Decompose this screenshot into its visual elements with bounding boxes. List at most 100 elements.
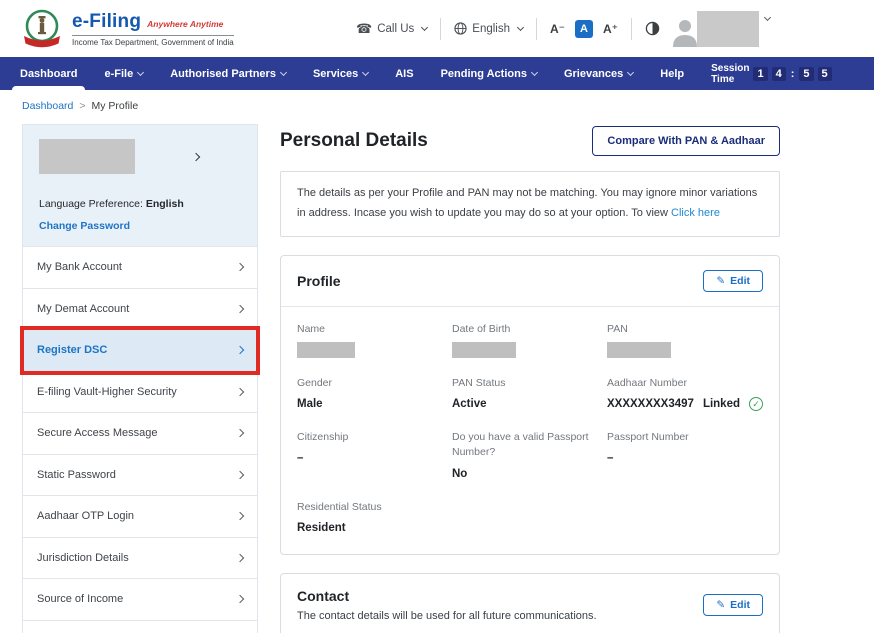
contact-section-subtitle: The contact details will be used for all… [297, 610, 597, 622]
session-timer: Session Time 1 4 : 5 5 [711, 63, 832, 85]
sidebar-item-jurisdiction-details[interactable]: Jurisdiction Details [23, 537, 257, 579]
logo-text: e-Filing Anywhere Anytime Income Tax Dep… [72, 11, 234, 47]
chevron-right-icon [236, 388, 244, 396]
sidebar-item-static-password[interactable]: Static Password [23, 454, 257, 496]
session-digit: 5 [818, 67, 832, 81]
chevron-down-icon [280, 69, 287, 76]
nav-dashboard[interactable]: Dashboard [20, 57, 77, 90]
compare-pan-aadhaar-button[interactable]: Compare With PAN & Aadhaar [592, 126, 780, 156]
field-date-of-birth: Date of Birth [452, 322, 593, 358]
nav-grievances[interactable]: Grievances [564, 57, 633, 90]
session-digit: 4 [772, 67, 786, 81]
profile-fields-grid: Name Date of Birth PAN Gender Male [281, 307, 779, 554]
change-password-link[interactable]: Change Password [39, 220, 241, 232]
nav-services[interactable]: Services [313, 57, 368, 90]
phone-icon: ☎ [356, 22, 372, 35]
field-passport-number: Passport Number – [607, 430, 763, 482]
nav-label: AIS [395, 68, 413, 80]
nav-e-file[interactable]: e-File [104, 57, 143, 90]
header-actions: ☎ Call Us English A⁻ A A⁺ [356, 11, 770, 47]
field-valid-passport: Do you have a valid Passport Number? No [452, 430, 593, 482]
session-colon: : [790, 68, 796, 80]
session-digit: 5 [799, 67, 813, 81]
sidebar-item-register-dsc[interactable]: Register DSC [23, 329, 257, 371]
field-aadhaar-number: Aadhaar Number XXXXXXXX3497 Linked ✓ [607, 376, 763, 412]
sidebar-item-aadhaar-otp-login[interactable]: Aadhaar OTP Login [23, 495, 257, 537]
brand-tagline: Anywhere Anytime [147, 19, 223, 29]
redacted-value [297, 342, 355, 358]
profile-section-title: Profile [297, 273, 341, 289]
language-preference-label: Language Preference: [39, 198, 143, 210]
chevron-right-icon [236, 554, 244, 562]
field-name: Name [297, 322, 438, 358]
call-us-label: Call Us [377, 23, 414, 35]
field-gender: Gender Male [297, 376, 438, 412]
chevron-right-icon [236, 595, 244, 603]
call-us-menu[interactable]: ☎ Call Us [356, 22, 427, 35]
language-preference: Language Preference: English [39, 198, 241, 210]
font-decrease-button[interactable]: A⁻ [550, 22, 565, 36]
sidebar-item-secure-access-message[interactable]: Secure Access Message [23, 412, 257, 454]
aadhaar-masked-value: XXXXXXXX3497 [607, 396, 694, 412]
sidebar-item-authorised-signatory[interactable]: Authorised Signatory for Income tax Retu… [23, 620, 257, 633]
efiling-logo[interactable]: e-Filing Anywhere Anytime Income Tax Dep… [20, 7, 234, 51]
field-residential-status: Residential Status Resident [297, 500, 438, 536]
breadcrumb-separator: > [79, 100, 85, 112]
user-name-redacted [697, 11, 759, 47]
nav-label: e-File [104, 68, 133, 80]
session-digit: 1 [753, 67, 767, 81]
edit-pencil-icon: ✎ [716, 275, 725, 287]
india-emblem-icon [20, 7, 64, 51]
nav-ais[interactable]: AIS [395, 57, 413, 90]
chevron-right-icon [236, 512, 244, 520]
chevron-right-icon[interactable] [193, 147, 199, 165]
profile-edit-button[interactable]: ✎ Edit [703, 270, 763, 292]
contact-edit-button[interactable]: ✎ Edit [703, 594, 763, 616]
language-preference-value: English [146, 198, 184, 210]
sidebar-item-my-demat-account[interactable]: My Demat Account [23, 288, 257, 330]
main-navbar: Dashboard e-File Authorised Partners Ser… [0, 57, 874, 90]
divider [536, 18, 537, 40]
breadcrumb-dashboard-link[interactable]: Dashboard [22, 100, 73, 112]
nav-label: Grievances [564, 68, 623, 80]
divider [631, 18, 632, 40]
breadcrumb: Dashboard > My Profile [0, 90, 874, 118]
chevron-down-icon [531, 69, 538, 76]
content-area: Language Preference: English Change Pass… [0, 118, 874, 633]
chevron-down-icon [517, 24, 524, 31]
sidebar-item-efiling-vault[interactable]: E-filing Vault-Higher Security [23, 371, 257, 413]
font-normal-button[interactable]: A [575, 20, 593, 38]
globe-icon [454, 22, 467, 35]
nav-pending-actions[interactable]: Pending Actions [441, 57, 537, 90]
breadcrumb-current: My Profile [92, 100, 139, 112]
linked-badge: Linked [703, 396, 740, 412]
chevron-right-icon [236, 346, 244, 354]
brand-name: e-Filing [72, 11, 141, 33]
chevron-down-icon [421, 24, 428, 31]
linked-check-icon: ✓ [749, 397, 763, 411]
font-increase-button[interactable]: A⁺ [603, 22, 618, 36]
contact-section-title: Contact [297, 588, 597, 604]
user-name-redacted [39, 139, 135, 174]
sidebar-item-my-bank-account[interactable]: My Bank Account [23, 246, 257, 288]
contrast-toggle-icon[interactable] [645, 21, 660, 36]
chevron-right-icon [236, 471, 244, 479]
profile-sidebar: Language Preference: English Change Pass… [22, 124, 258, 633]
personal-details-panel: Personal Details Compare With PAN & Aadh… [280, 124, 780, 633]
language-menu[interactable]: English [454, 22, 523, 35]
click-here-link[interactable]: Click here [671, 207, 720, 219]
page-title: Personal Details [280, 130, 428, 152]
pan-mismatch-notice: The details as per your Profile and PAN … [280, 171, 780, 237]
nav-authorised-partners[interactable]: Authorised Partners [170, 57, 286, 90]
nav-label: Services [313, 68, 358, 80]
chevron-down-icon [627, 69, 634, 76]
sidebar-user-card: Language Preference: English Change Pass… [23, 125, 257, 246]
sidebar-item-source-of-income[interactable]: Source of Income [23, 578, 257, 620]
top-header: e-Filing Anywhere Anytime Income Tax Dep… [0, 0, 874, 57]
chevron-right-icon [236, 305, 244, 313]
nav-help[interactable]: Help [660, 57, 684, 90]
user-account-menu[interactable] [673, 11, 770, 47]
field-pan-status: PAN Status Active [452, 376, 593, 412]
nav-label: Dashboard [20, 68, 77, 80]
nav-label: Pending Actions [441, 68, 527, 80]
